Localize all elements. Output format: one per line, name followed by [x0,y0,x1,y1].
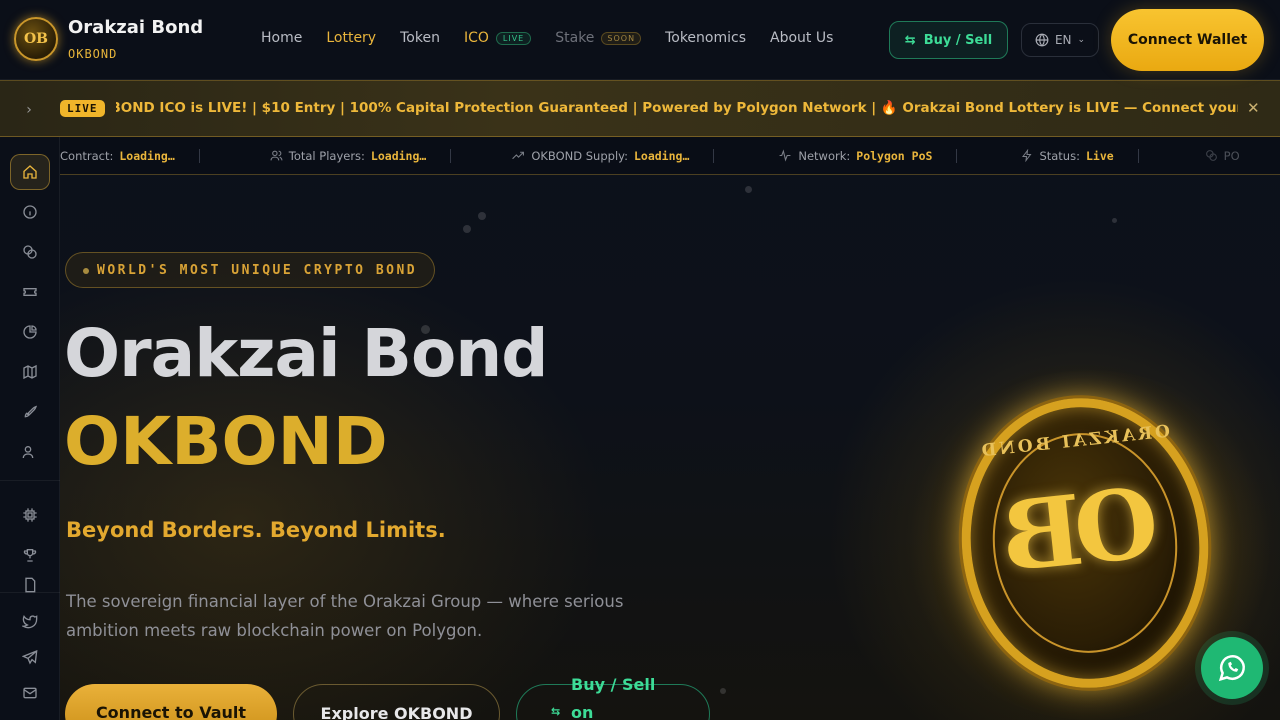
stat-status: Status: Live [987,148,1139,163]
whatsapp-icon [1218,655,1245,682]
sidebar-divider [0,480,60,481]
stat-network: Network: Polygon PoS [744,148,958,163]
nav-about-us[interactable]: About Us [770,30,833,46]
nav-token[interactable]: Token [400,30,440,46]
stat-value: Loading… [119,148,175,163]
hero-description: The sovereign financial layer of the Ora… [66,592,624,640]
ticket-icon[interactable] [10,274,50,310]
close-icon[interactable]: ✕ [1247,99,1260,117]
pie-chart-icon[interactable] [10,314,50,350]
stat-partial: PO [1169,149,1264,163]
stat-contract: Contract: Loading… [60,148,200,163]
language-selector[interactable]: EN ⌄ [1021,23,1099,57]
live-badge: LIVE [495,31,532,45]
stat-total-players: Total Players: Loading… [230,148,452,163]
chevron-down-icon: ⌄ [1077,35,1086,45]
connect-wallet-button[interactable]: Connect Wallet [1111,9,1264,71]
hero-buy-sell-button[interactable]: ⇆ Buy / Sell on [516,675,710,720]
ticker-text: KBOND ICO is LIVE! | $10 Entry | 100% Ca… [116,100,1238,116]
hero-title: Orakzai Bond [64,315,549,392]
ticker-live-badge: LIVE [60,100,105,117]
chip-icon[interactable] [10,497,50,533]
hero-badge-text: WORLD'S MOST UNIQUE CRYPTO BOND [97,262,418,278]
bolt-icon [1022,149,1032,162]
main-nav: Home Lottery Token ICO LIVE Stake SOON Tok… [261,30,857,46]
buy-sell-label: Buy / Sell [923,32,993,48]
background-particle [463,225,471,233]
ticker-text-wrap: KBOND ICO is LIVE! | $10 Entry | 100% Ca… [116,100,1238,120]
trend-icon [512,151,525,160]
left-sidebar [0,137,60,720]
nav-stake[interactable]: Stake SOON [555,30,642,46]
brand-logo[interactable]: OB [14,17,58,61]
sidebar-divider [0,592,60,593]
background-particle [478,212,486,220]
stat-label: Contract: [60,148,114,163]
background-particle [720,688,726,694]
telegram-icon[interactable] [10,639,50,675]
language-label: EN [1054,33,1072,47]
stat-label: Status: [1039,148,1080,163]
buy-sell-button[interactable]: ⇆ Buy / Sell [889,21,1008,59]
stat-label: Total Players: [288,148,365,163]
connect-to-vault-button[interactable]: Connect to Vault [65,684,277,720]
hero-badge: WORLD'S MOST UNIQUE CRYPTO BOND [65,252,436,288]
mail-icon[interactable] [10,675,50,711]
soon-badge: SOON [601,31,642,45]
background-particle [1112,218,1117,223]
hero-buy-label: Buy / Sell [571,675,656,694]
stat-value: Live [1085,148,1114,163]
stat-value: Loading… [370,148,427,163]
nav-ico[interactable]: ICO LIVE [464,30,532,46]
coins-icon[interactable] [10,234,50,270]
info-icon[interactable] [10,194,50,230]
stat-value: Polygon PoS [856,148,933,163]
coins-icon [1205,150,1217,161]
stat-label: PO [1223,148,1240,163]
badge-dot [83,268,89,274]
trophy-icon[interactable] [10,537,50,573]
nav-tokenomics[interactable]: Tokenomics [665,30,746,46]
stats-bar: Contract: Loading… Total Players: Loadin… [60,137,1280,175]
hero-buy-label-2: on [571,703,594,720]
brand-name[interactable]: Orakzai Bond [68,17,203,38]
nav-lottery[interactable]: Lottery [326,30,376,46]
users-icon [270,150,283,161]
swap-icon: ⇆ [904,32,916,48]
stat-label: Network: [798,148,851,163]
swap-icon: ⇆ [551,705,561,718]
globe-icon [1035,33,1049,47]
background-particle [745,186,752,193]
home-icon[interactable] [10,154,50,190]
explore-okbond-button[interactable]: Explore OKBOND [293,684,500,720]
nav-home[interactable]: Home [261,30,302,46]
stat-value: Loading… [633,148,690,163]
users-icon[interactable] [10,434,50,470]
pulse-icon [779,149,791,162]
top-header: OB Orakzai Bond OKBOND Home Lottery Toke… [0,0,1280,80]
twitter-icon[interactable] [10,603,50,639]
announcement-ticker: › LIVE KBOND ICO is LIVE! | $10 Entry | … [0,80,1280,137]
whatsapp-button[interactable] [1201,637,1263,699]
stat-label: OKBOND Supply: [531,148,628,163]
stat-supply: OKBOND Supply: Loading… [481,148,715,163]
brand-ticker: OKBOND [68,47,118,61]
hero-tagline: Beyond Borders. Beyond Limits. [66,518,446,542]
chevron-right-icon[interactable]: › [18,99,40,121]
map-icon[interactable] [10,354,50,390]
hero-subtitle: OKBOND [64,403,388,480]
coin-monogram: OB [1003,465,1164,594]
rocket-icon[interactable] [10,394,50,430]
